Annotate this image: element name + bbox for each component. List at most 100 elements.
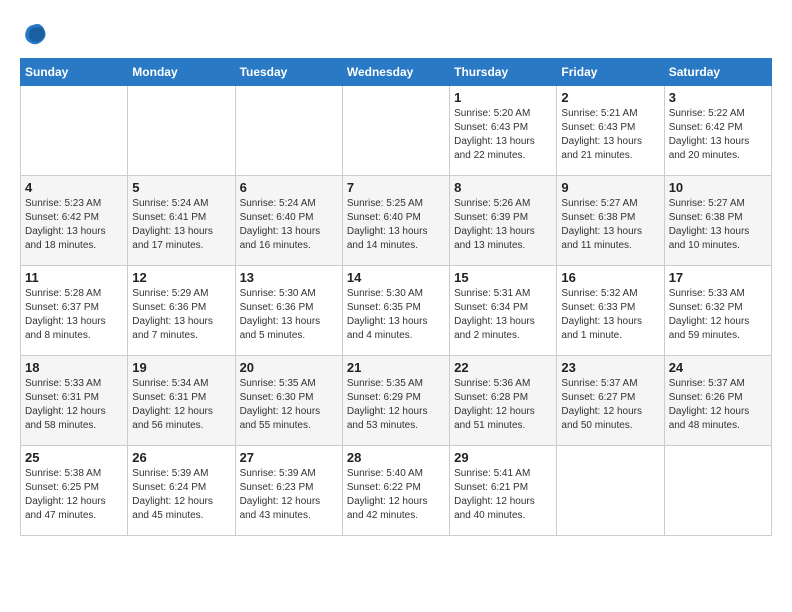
day-info: Sunrise: 5:28 AM Sunset: 6:37 PM Dayligh…	[25, 287, 123, 343]
calendar-week-row: 11 Sunrise: 5:28 AM Sunset: 6:37 PM Dayli…	[21, 266, 772, 356]
calendar-cell: 9Sunrise: 5:27 AM Sunset: 6:38 PM Daylig…	[557, 176, 664, 266]
calendar-cell: 24 Sunrise: 5:37 AM Sunset: 6:26 PM Dayli…	[664, 356, 771, 446]
day-info: Sunrise: 5:34 AM Sunset: 6:31 PM Dayligh…	[132, 377, 230, 433]
day-info: Sunrise: 5:29 AM Sunset: 6:36 PM Dayligh…	[132, 287, 230, 343]
day-number: 27	[240, 450, 338, 465]
day-info: Sunrise: 5:30 AM Sunset: 6:35 PM Dayligh…	[347, 287, 445, 343]
day-number: 13	[240, 270, 338, 285]
calendar-cell: 3 Sunrise: 5:22 AM Sunset: 6:42 PM Daylig…	[664, 86, 771, 176]
day-info: Sunrise: 5:40 AM Sunset: 6:22 PM Dayligh…	[347, 467, 445, 523]
day-number: 10	[669, 180, 767, 195]
calendar-cell	[21, 86, 128, 176]
day-number: 11	[25, 270, 123, 285]
day-number: 14	[347, 270, 445, 285]
day-number: 26	[132, 450, 230, 465]
page-header	[20, 20, 772, 48]
day-number: 2	[561, 90, 659, 105]
day-number: 8	[454, 180, 552, 195]
calendar-week-row: 1 Sunrise: 5:20 AM Sunset: 6:43 PM Daylig…	[21, 86, 772, 176]
weekday-header-friday: Friday	[557, 59, 664, 86]
day-number: 22	[454, 360, 552, 375]
day-info: Sunrise: 5:27 AM Sunset: 6:38 PM Dayligh…	[561, 197, 659, 253]
calendar-cell: 15 Sunrise: 5:31 AM Sunset: 6:34 PM Dayli…	[450, 266, 557, 356]
day-info: Sunrise: 5:23 AM Sunset: 6:42 PM Dayligh…	[25, 197, 123, 253]
calendar-table: SundayMondayTuesdayWednesdayThursdayFrid…	[20, 58, 772, 536]
day-number: 1	[454, 90, 552, 105]
day-number: 3	[669, 90, 767, 105]
day-number: 16	[561, 270, 659, 285]
day-number: 6	[240, 180, 338, 195]
calendar-cell	[128, 86, 235, 176]
day-number: 29	[454, 450, 552, 465]
calendar-cell: 19 Sunrise: 5:34 AM Sunset: 6:31 PM Dayli…	[128, 356, 235, 446]
day-number: 20	[240, 360, 338, 375]
day-info: Sunrise: 5:33 AM Sunset: 6:32 PM Dayligh…	[669, 287, 767, 343]
logo	[20, 20, 52, 48]
day-number: 15	[454, 270, 552, 285]
calendar-cell	[342, 86, 449, 176]
day-info: Sunrise: 5:39 AM Sunset: 6:23 PM Dayligh…	[240, 467, 338, 523]
calendar-cell	[235, 86, 342, 176]
weekday-header-thursday: Thursday	[450, 59, 557, 86]
calendar-cell: 8 Sunrise: 5:26 AM Sunset: 6:39 PM Daylig…	[450, 176, 557, 266]
calendar-cell: 28 Sunrise: 5:40 AM Sunset: 6:22 PM Dayli…	[342, 446, 449, 536]
day-info: Sunrise: 5:36 AM Sunset: 6:28 PM Dayligh…	[454, 377, 552, 433]
calendar-cell	[664, 446, 771, 536]
calendar-cell: 26 Sunrise: 5:39 AM Sunset: 6:24 PM Dayli…	[128, 446, 235, 536]
day-number: 7	[347, 180, 445, 195]
calendar-cell: 13Sunrise: 5:30 AM Sunset: 6:36 PM Dayli…	[235, 266, 342, 356]
day-info: Sunrise: 5:37 AM Sunset: 6:26 PM Dayligh…	[669, 377, 767, 433]
day-number: 18	[25, 360, 123, 375]
calendar-cell: 18 Sunrise: 5:33 AM Sunset: 6:31 PM Dayli…	[21, 356, 128, 446]
day-info: Sunrise: 5:20 AM Sunset: 6:43 PM Dayligh…	[454, 107, 552, 163]
weekday-header-tuesday: Tuesday	[235, 59, 342, 86]
day-number: 28	[347, 450, 445, 465]
day-info: Sunrise: 5:33 AM Sunset: 6:31 PM Dayligh…	[25, 377, 123, 433]
day-info: Sunrise: 5:32 AM Sunset: 6:33 PM Dayligh…	[561, 287, 659, 343]
day-info: Sunrise: 5:26 AM Sunset: 6:39 PM Dayligh…	[454, 197, 552, 253]
weekday-header-saturday: Saturday	[664, 59, 771, 86]
calendar-week-row: 4 Sunrise: 5:23 AM Sunset: 6:42 PM Daylig…	[21, 176, 772, 266]
calendar-cell: 12Sunrise: 5:29 AM Sunset: 6:36 PM Dayli…	[128, 266, 235, 356]
day-number: 25	[25, 450, 123, 465]
calendar-cell: 16 Sunrise: 5:32 AM Sunset: 6:33 PM Dayli…	[557, 266, 664, 356]
calendar-cell: 29 Sunrise: 5:41 AM Sunset: 6:21 PM Dayli…	[450, 446, 557, 536]
day-info: Sunrise: 5:22 AM Sunset: 6:42 PM Dayligh…	[669, 107, 767, 163]
calendar-cell: 14 Sunrise: 5:30 AM Sunset: 6:35 PM Dayli…	[342, 266, 449, 356]
day-info: Sunrise: 5:35 AM Sunset: 6:30 PM Dayligh…	[240, 377, 338, 433]
day-number: 4	[25, 180, 123, 195]
calendar-cell	[557, 446, 664, 536]
calendar-cell: 17 Sunrise: 5:33 AM Sunset: 6:32 PM Dayli…	[664, 266, 771, 356]
day-info: Sunrise: 5:27 AM Sunset: 6:38 PM Dayligh…	[669, 197, 767, 253]
day-info: Sunrise: 5:39 AM Sunset: 6:24 PM Dayligh…	[132, 467, 230, 523]
calendar-cell: 20 Sunrise: 5:35 AM Sunset: 6:30 PM Dayli…	[235, 356, 342, 446]
calendar-cell: 27 Sunrise: 5:39 AM Sunset: 6:23 PM Dayli…	[235, 446, 342, 536]
calendar-cell: 21 Sunrise: 5:35 AM Sunset: 6:29 PM Dayli…	[342, 356, 449, 446]
day-info: Sunrise: 5:24 AM Sunset: 6:41 PM Dayligh…	[132, 197, 230, 253]
day-number: 19	[132, 360, 230, 375]
day-info: Sunrise: 5:24 AM Sunset: 6:40 PM Dayligh…	[240, 197, 338, 253]
calendar-cell: 1 Sunrise: 5:20 AM Sunset: 6:43 PM Daylig…	[450, 86, 557, 176]
day-number: 21	[347, 360, 445, 375]
logo-icon	[20, 20, 48, 48]
calendar-week-row: 25 Sunrise: 5:38 AM Sunset: 6:25 PM Dayli…	[21, 446, 772, 536]
day-number: 24	[669, 360, 767, 375]
calendar-cell: 22 Sunrise: 5:36 AM Sunset: 6:28 PM Dayli…	[450, 356, 557, 446]
day-info: Sunrise: 5:25 AM Sunset: 6:40 PM Dayligh…	[347, 197, 445, 253]
calendar-cell: 25 Sunrise: 5:38 AM Sunset: 6:25 PM Dayli…	[21, 446, 128, 536]
calendar-cell: 5 Sunrise: 5:24 AM Sunset: 6:41 PM Daylig…	[128, 176, 235, 266]
day-info: Sunrise: 5:35 AM Sunset: 6:29 PM Dayligh…	[347, 377, 445, 433]
day-number: 5	[132, 180, 230, 195]
calendar-week-row: 18 Sunrise: 5:33 AM Sunset: 6:31 PM Dayli…	[21, 356, 772, 446]
weekday-header-monday: Monday	[128, 59, 235, 86]
calendar-cell: 6 Sunrise: 5:24 AM Sunset: 6:40 PM Daylig…	[235, 176, 342, 266]
day-info: Sunrise: 5:41 AM Sunset: 6:21 PM Dayligh…	[454, 467, 552, 523]
calendar-cell: 7 Sunrise: 5:25 AM Sunset: 6:40 PM Daylig…	[342, 176, 449, 266]
weekday-header-wednesday: Wednesday	[342, 59, 449, 86]
day-number: 17	[669, 270, 767, 285]
calendar-cell: 23Sunrise: 5:37 AM Sunset: 6:27 PM Dayli…	[557, 356, 664, 446]
day-info: Sunrise: 5:31 AM Sunset: 6:34 PM Dayligh…	[454, 287, 552, 343]
calendar-cell: 11 Sunrise: 5:28 AM Sunset: 6:37 PM Dayli…	[21, 266, 128, 356]
weekday-header-sunday: Sunday	[21, 59, 128, 86]
day-info: Sunrise: 5:38 AM Sunset: 6:25 PM Dayligh…	[25, 467, 123, 523]
